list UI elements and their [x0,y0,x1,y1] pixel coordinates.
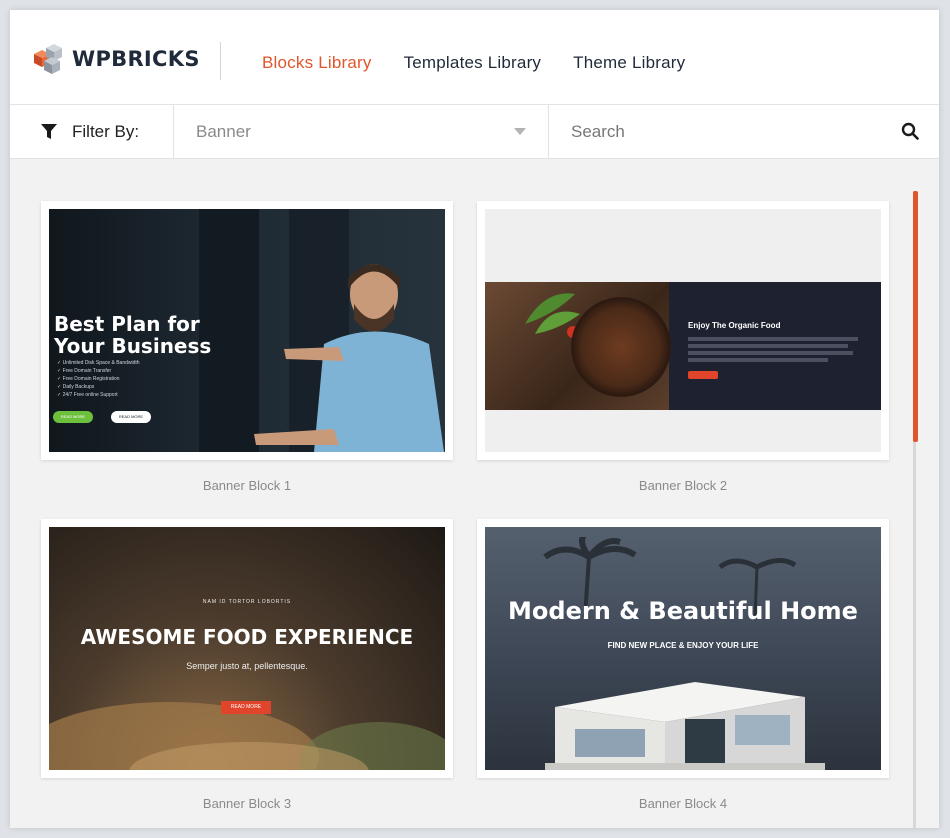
banner-3-eyebrow: NAM ID TORTOR LOBORTIS [202,599,292,605]
block-thumbnail[interactable]: Enjoy The Organic Food [477,201,889,460]
block-thumbnail[interactable]: Modern & Beautiful Home FIND NEW PLACE &… [477,519,889,778]
banner-4-title: Modern & Beautiful Home [508,597,858,625]
header-divider [220,42,221,80]
tab-theme-library[interactable]: Theme Library [573,53,685,73]
banner-1-title: Best Plan for Your Business [54,312,212,358]
block-card-3[interactable]: NAM ID TORTOR LOBORTIS AWESOME FOOD EXPE… [41,519,453,811]
brand-name: WPBRICKS [72,47,200,71]
block-card-label: Banner Block 2 [638,478,728,493]
brand-logo[interactable]: WPBRICKS [30,44,200,74]
block-thumbnail[interactable]: Best Plan for Your Business ✓ Unlimited … [41,201,453,460]
banner-3-preview: NAM ID TORTOR LOBORTIS AWESOME FOOD EXPE… [49,527,445,770]
header: WPBRICKS Blocks Library Templates Librar… [10,10,939,105]
food-dish-image [49,702,445,770]
banner-4-subtitle: FIND NEW PLACE & ENJOY YOUR LIFE [607,641,759,650]
bricks-logo-icon [34,44,62,74]
block-card-1[interactable]: Best Plan for Your Business ✓ Unlimited … [41,201,453,493]
search-box [550,105,939,158]
block-card-2[interactable]: Enjoy The Organic Food Banner Block 2 [477,201,889,493]
blocks-grid: Best Plan for Your Business ✓ Unlimited … [10,159,939,828]
search-input[interactable] [550,105,939,158]
filter-bar: Filter By: Banner [10,105,939,159]
banner-2-title: Enjoy The Organic Food [688,321,781,330]
banner-3-subtitle: Semper justo at, pellentesque. [186,661,308,671]
food-plate-image [571,297,671,397]
chevron-down-icon [514,128,526,135]
block-card-label: Banner Block 4 [638,796,728,811]
library-nav: Blocks Library Templates Library Theme L… [262,53,685,73]
filter-label-text: Filter By: [72,121,140,141]
banner-4-preview: Modern & Beautiful Home FIND NEW PLACE &… [485,527,881,770]
banner-3-title: AWESOME FOOD EXPERIENCE [80,625,414,649]
category-select[interactable]: Banner [173,105,549,158]
scrollbar-thumb[interactable] [913,191,918,442]
tab-templates-library[interactable]: Templates Library [404,53,542,73]
library-window: WPBRICKS Blocks Library Templates Librar… [10,10,939,828]
banner-3-button: READ MORE [221,701,271,714]
banner-2-text [688,337,858,362]
tab-blocks-library[interactable]: Blocks Library [262,53,372,73]
search-icon[interactable] [901,122,919,140]
block-thumbnail[interactable]: NAM ID TORTOR LOBORTIS AWESOME FOOD EXPE… [41,519,453,778]
banner-2-preview: Enjoy The Organic Food [485,209,881,452]
category-select-value: Banner [196,122,251,141]
man-pointing-image [254,264,444,452]
banner-1-features: ✓ Unlimited Disk Space & Bandwidth ✓ Fre… [57,360,140,398]
banner-1-button-2: READ MORE [111,411,151,423]
banner-1-preview: Best Plan for Your Business ✓ Unlimited … [49,209,445,452]
block-card-label: Banner Block 1 [202,478,292,493]
modern-house-image [545,682,825,770]
block-card-4[interactable]: Modern & Beautiful Home FIND NEW PLACE &… [477,519,889,811]
block-card-label: Banner Block 3 [202,796,292,811]
banner-1-button-1: READ MORE [53,411,93,423]
filter-label: Filter By: [40,105,139,158]
filter-icon [41,123,57,139]
banner-2-button [688,371,718,379]
